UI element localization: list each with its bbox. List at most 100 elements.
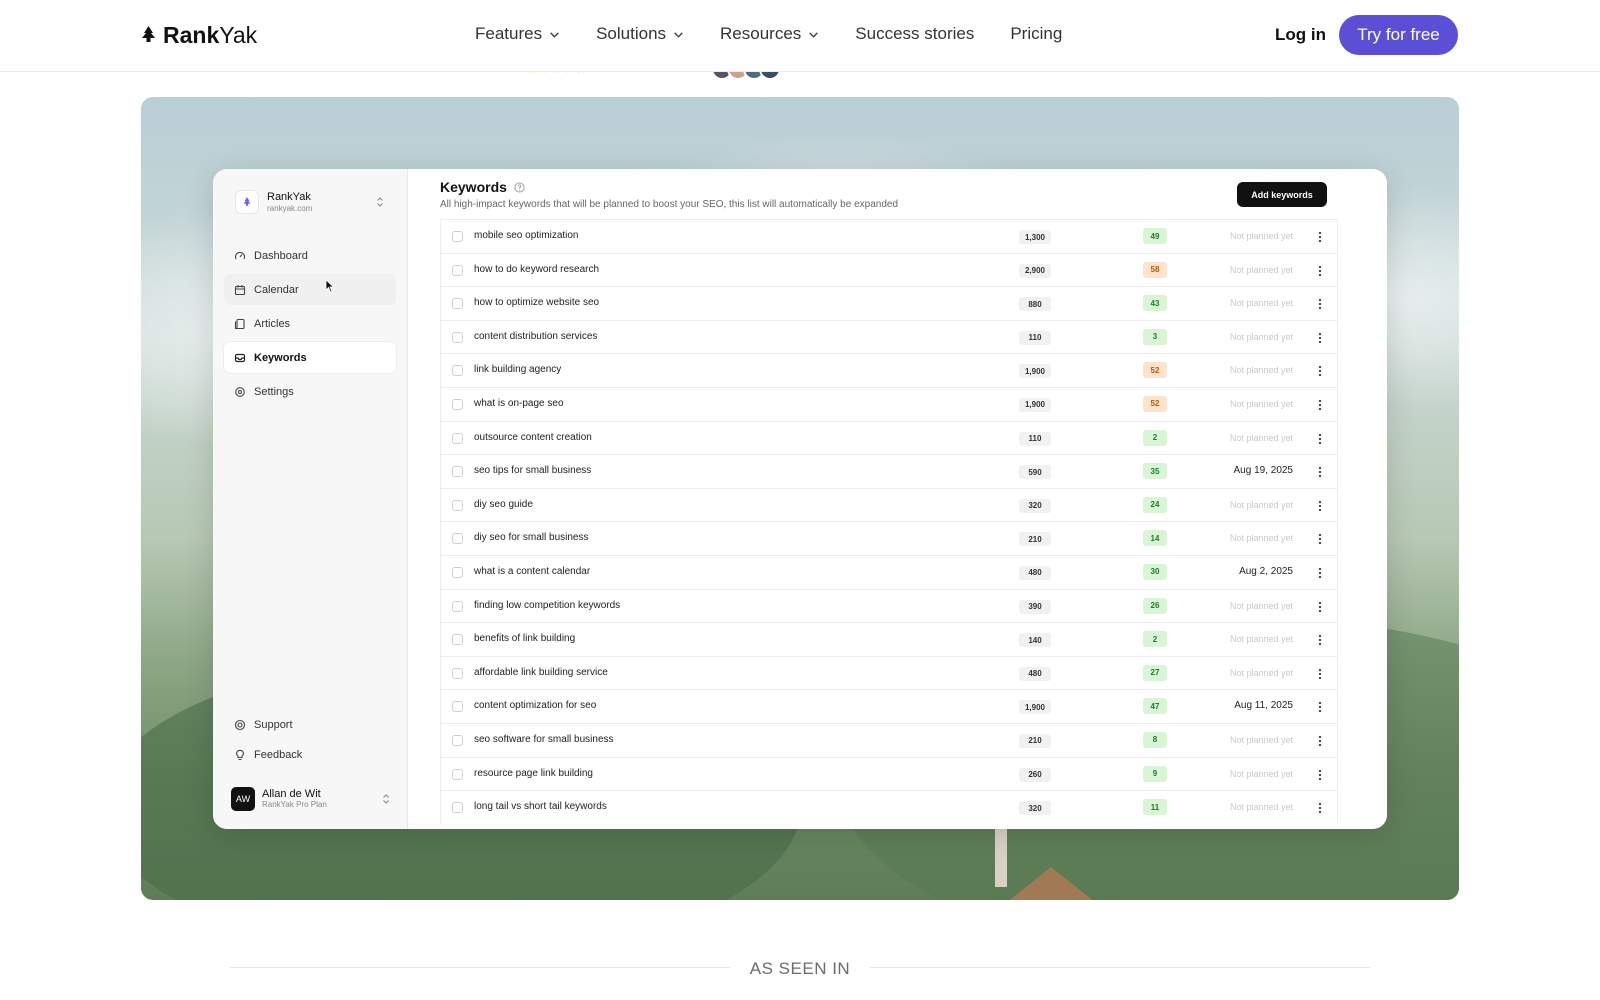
table-row[interactable]: how to optimize website seo 880 43 Not plan…	[441, 286, 1337, 320]
planned-status: Not planned yet	[1229, 264, 1293, 275]
row-checkbox[interactable]	[452, 634, 463, 646]
sidebar-item-label: Calendar	[254, 283, 299, 296]
nav-pricing-label: Pricing	[1010, 24, 1063, 43]
workspace-switcher[interactable]: RankYak rankyak.com	[235, 188, 385, 216]
table-row[interactable]: resource page link building 260 9 Not plann…	[441, 756, 1337, 791]
search-volume-badge: 320	[1019, 498, 1051, 513]
try-for-free-button[interactable]: Try for free	[1339, 15, 1458, 55]
brand-logo[interactable]: RankYak	[141, 22, 257, 49]
table-row[interactable]: content optimization for seo 1,900 47 Aug 1…	[441, 689, 1337, 723]
row-checkbox[interactable]	[452, 600, 463, 612]
more-options-icon[interactable]	[1317, 667, 1323, 681]
row-checkbox[interactable]	[452, 466, 463, 478]
more-options-icon[interactable]	[1317, 230, 1323, 244]
row-checkbox[interactable]	[452, 734, 463, 746]
sidebar-item-articles[interactable]: Articles	[224, 308, 396, 339]
difficulty-badge: 9	[1143, 765, 1167, 782]
table-row[interactable]: diy seo guide 320 24 Not planned yet	[441, 487, 1337, 522]
row-checkbox[interactable]	[452, 533, 463, 545]
difficulty-badge: 2	[1143, 631, 1167, 648]
search-volume-badge: 1,300	[1019, 230, 1051, 244]
nav-pricing[interactable]: Pricing	[1010, 24, 1062, 44]
more-options-icon[interactable]	[1317, 768, 1323, 782]
row-checkbox[interactable]	[452, 701, 463, 713]
row-checkbox[interactable]	[452, 499, 463, 511]
more-options-icon[interactable]	[1317, 465, 1323, 479]
table-row[interactable]: what is a content calendar 480 30 Aug 2, 20…	[441, 554, 1337, 589]
difficulty-badge: 2	[1143, 429, 1167, 446]
sidebar-item-feedback[interactable]: Feedback	[224, 741, 396, 769]
table-row[interactable]: outsource content creation 110 2 Not planne…	[441, 420, 1337, 455]
sidebar-item-keywords[interactable]: Keywords	[224, 342, 396, 373]
row-checkbox[interactable]	[452, 432, 463, 444]
table-row[interactable]: seo software for small business 210 8 Not p…	[441, 722, 1337, 757]
nav-solutions[interactable]: Solutions	[596, 24, 684, 44]
search-volume-badge: 590	[1019, 465, 1051, 480]
brand-name-bold: Rank	[163, 22, 220, 48]
row-checkbox[interactable]	[452, 667, 463, 679]
more-options-icon[interactable]	[1317, 700, 1323, 714]
user-menu[interactable]: AW Allan de Wit RankYak Pro Plan	[231, 786, 391, 812]
table-row[interactable]: benefits of link building 140 2 Not planned…	[441, 622, 1337, 656]
table-row[interactable]: how to do keyword research 2,900 58 Not pla…	[441, 252, 1337, 287]
row-checkbox[interactable]	[452, 768, 463, 780]
difficulty-badge: 11	[1143, 799, 1167, 816]
row-checkbox[interactable]	[452, 566, 463, 578]
difficulty-badge: 52	[1143, 362, 1167, 379]
login-link[interactable]: Log in	[1275, 25, 1326, 45]
more-options-icon[interactable]	[1317, 566, 1323, 580]
planned-status: Aug 11, 2025	[1234, 700, 1293, 712]
table-row[interactable]: long tail vs short tail keywords 320 11 Not…	[441, 790, 1337, 824]
difficulty-badge: 52	[1143, 395, 1167, 412]
more-options-icon[interactable]	[1317, 532, 1323, 546]
more-options-icon[interactable]	[1317, 633, 1323, 647]
more-options-icon[interactable]	[1317, 432, 1323, 446]
keyword-text: mobile seo optimization	[474, 230, 579, 241]
sidebar-item-dashboard[interactable]: Dashboard	[224, 240, 396, 271]
table-row[interactable]: what is on-page seo 1,900 52 Not planned ye…	[441, 386, 1337, 421]
more-options-icon[interactable]	[1317, 297, 1323, 311]
more-options-icon[interactable]	[1317, 734, 1323, 748]
search-volume-badge: 110	[1019, 431, 1051, 446]
table-row[interactable]: seo tips for small business 590 35 Aug 19, …	[441, 454, 1337, 488]
row-checkbox[interactable]	[452, 365, 463, 377]
table-row[interactable]: mobile seo optimization 1,300 49 Not planne…	[441, 219, 1337, 253]
row-checkbox[interactable]	[452, 298, 463, 310]
table-row[interactable]: link building agency 1,900 52 Not planned y…	[441, 353, 1337, 387]
keyword-text: diy seo for small business	[474, 532, 589, 544]
row-checkbox[interactable]	[452, 264, 463, 276]
sidebar-item-settings[interactable]: Settings	[224, 376, 396, 407]
more-options-icon[interactable]	[1317, 364, 1323, 378]
more-options-icon[interactable]	[1317, 801, 1323, 815]
keyword-text: finding low competition keywords	[474, 599, 621, 611]
nav-resources[interactable]: Resources	[720, 24, 819, 44]
search-volume-badge: 880	[1019, 297, 1051, 312]
row-checkbox[interactable]	[452, 802, 463, 814]
add-keywords-button[interactable]: Add keywords	[1237, 182, 1327, 207]
table-row[interactable]: content distribution services 110 3 Not pla…	[441, 319, 1337, 354]
more-options-icon[interactable]	[1317, 600, 1323, 614]
as-seen-in-label: AS SEEN IN	[749, 959, 851, 978]
table-row[interactable]: affordable link building service 480 27 Not…	[441, 655, 1337, 690]
planned-status: Not planned yet	[1229, 365, 1293, 376]
more-options-icon[interactable]	[1317, 398, 1323, 412]
difficulty-badge: 49	[1143, 228, 1167, 244]
sidebar-item-calendar[interactable]: Calendar	[224, 274, 396, 305]
nav-success-stories[interactable]: Success stories	[855, 24, 974, 44]
sidebar-item-support[interactable]: Support	[224, 711, 396, 739]
table-row[interactable]: diy seo for small business 210 14 Not plann…	[441, 521, 1337, 555]
more-options-icon[interactable]	[1317, 264, 1323, 278]
page-title: Keywords	[440, 179, 525, 195]
more-options-icon[interactable]	[1317, 499, 1323, 513]
avatar: AW	[231, 787, 255, 811]
table-row[interactable]: finding low competition keywords 390 26 Not…	[441, 588, 1337, 623]
info-icon[interactable]	[514, 181, 525, 193]
sidebar-item-label: Articles	[254, 317, 291, 330]
row-checkbox[interactable]	[452, 398, 463, 410]
row-checkbox[interactable]	[452, 331, 463, 343]
row-checkbox[interactable]	[452, 231, 463, 242]
nav-features[interactable]: Features	[475, 24, 560, 44]
more-options-icon[interactable]	[1317, 331, 1323, 345]
planned-status: Not planned yet	[1229, 331, 1293, 342]
workspace-domain: rankyak.com	[267, 203, 313, 213]
